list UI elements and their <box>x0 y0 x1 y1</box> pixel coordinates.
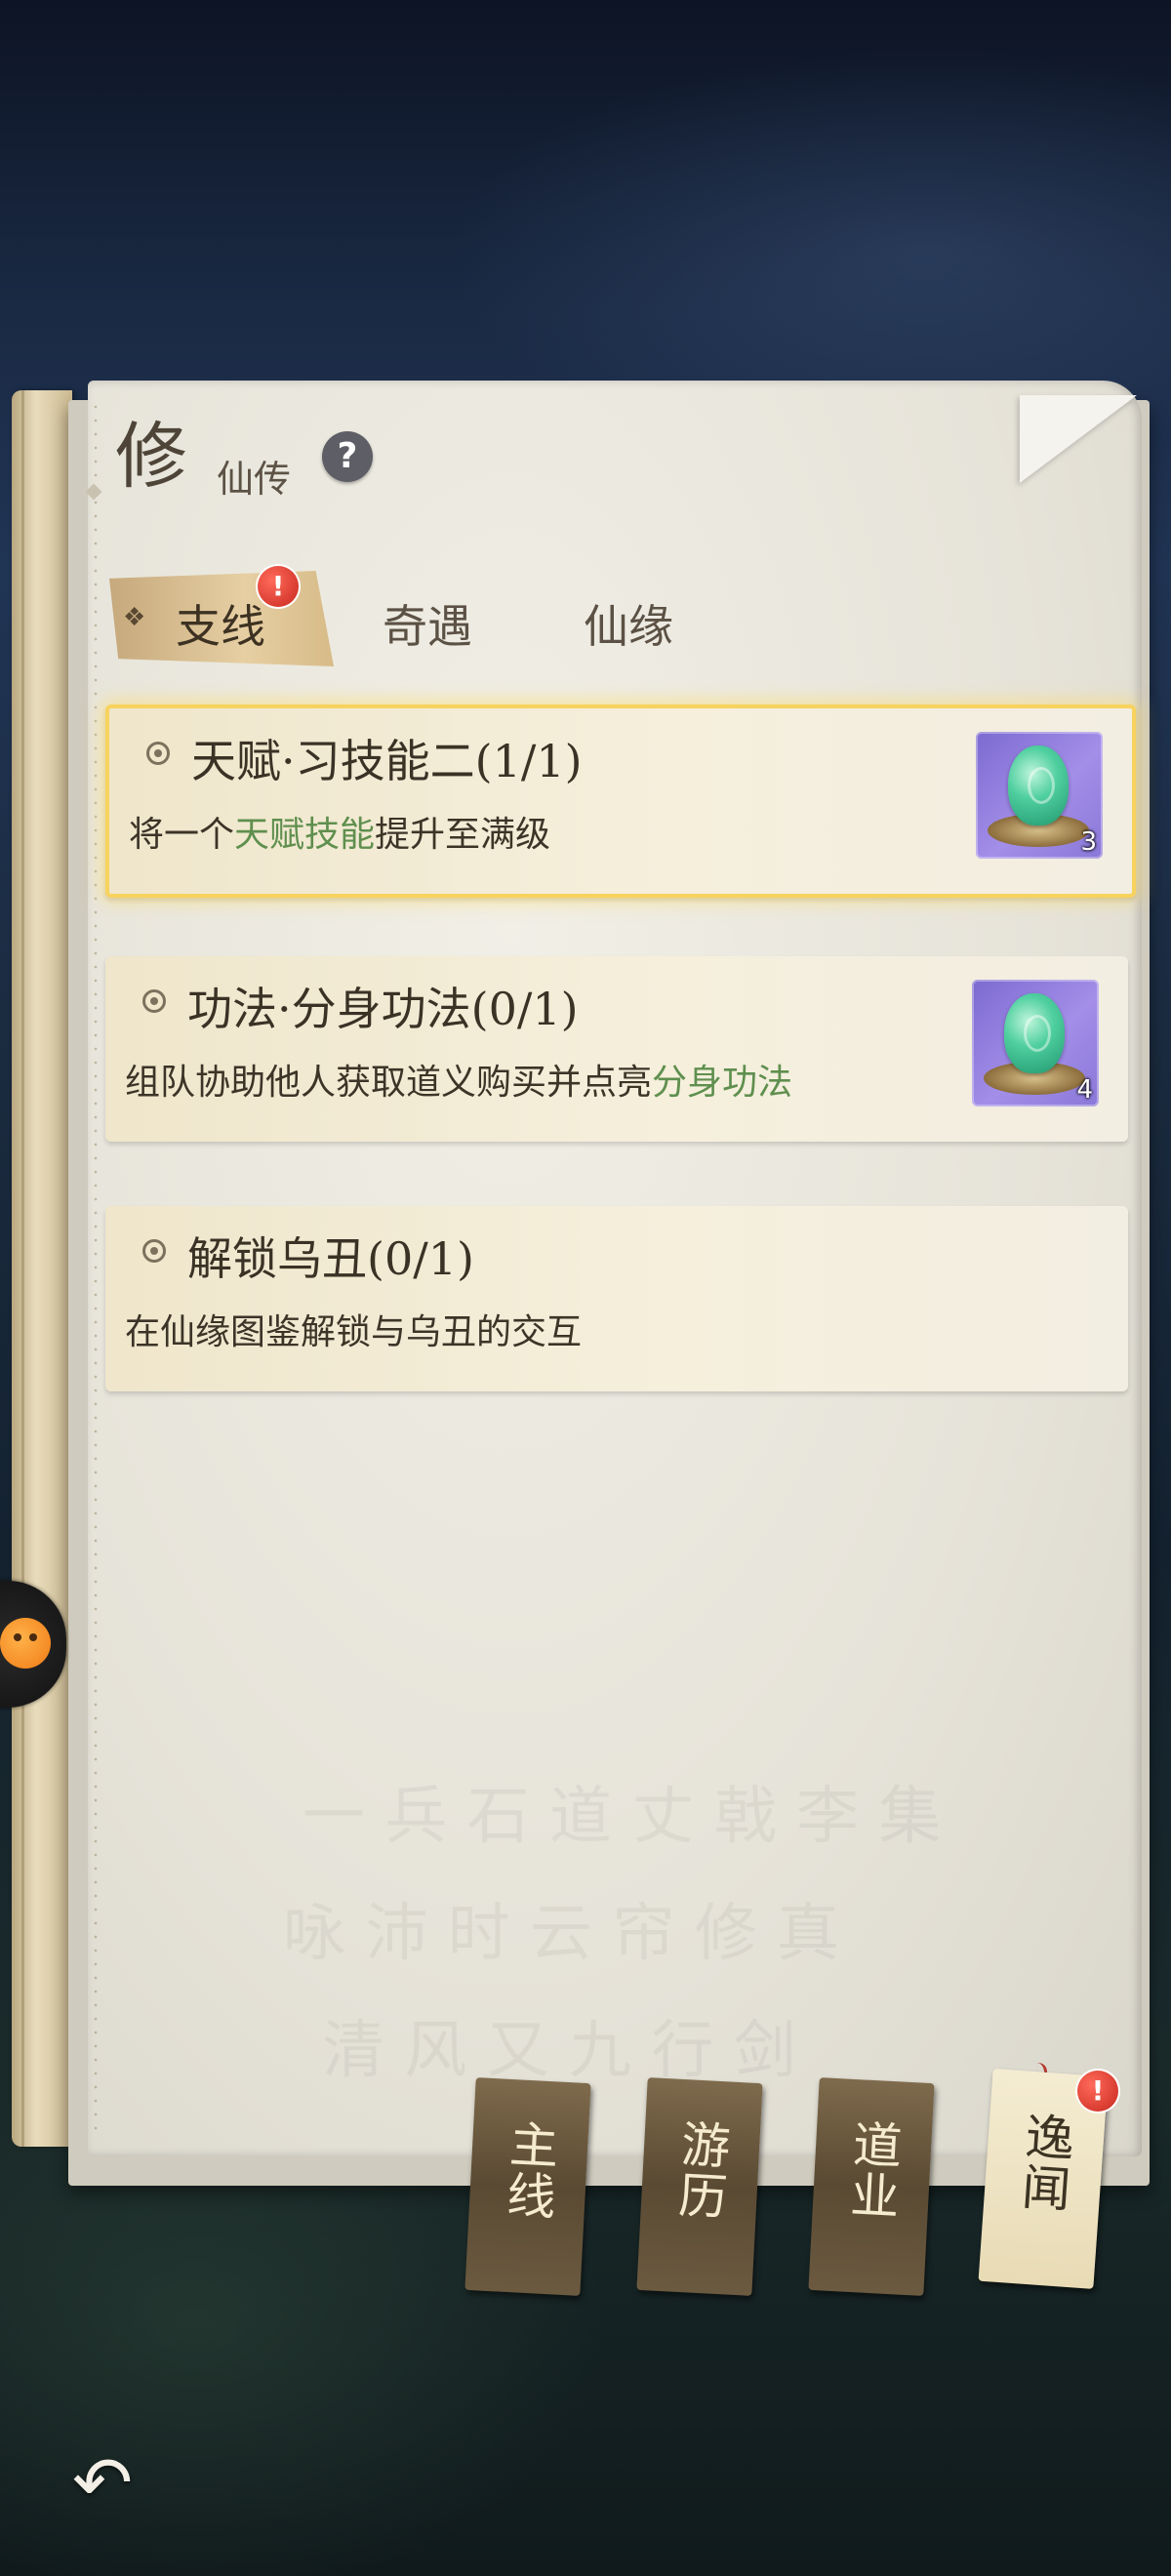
reward-count: 4 <box>1076 1075 1093 1105</box>
bullet-icon <box>142 1239 166 1263</box>
page-corner-fold <box>1020 395 1137 483</box>
page-binding-dots <box>94 400 98 2137</box>
reward-count: 3 <box>1080 827 1097 857</box>
bullet-icon <box>142 989 166 1013</box>
quest-title: 功法·分身功法(0/1) <box>187 983 579 1035</box>
category-anecdotes-label: 逸闻 <box>1012 2110 1076 2215</box>
decorative-calligraphy: 咏 沛 时 云 帘 修 真 <box>283 1898 840 1970</box>
decorative-calligraphy: 清 风 又 九 行 剑 <box>322 2015 796 2087</box>
quest-description: 在仙缘图鉴解锁与乌丑的交互 <box>125 1312 583 1352</box>
tab-notification-badge: ! <box>258 566 299 607</box>
quest-description-highlight: 分身功法 <box>652 1063 793 1103</box>
page-title-big: 修 <box>115 415 187 499</box>
jade-pendant-icon <box>1008 745 1069 825</box>
quest-card[interactable]: 解锁乌丑(0/1) 在仙缘图鉴解锁与乌丑的交互 <box>105 1206 1128 1391</box>
tab-fate[interactable]: 仙缘 <box>584 591 673 656</box>
mascot-icon <box>0 1618 51 1669</box>
quest-card[interactable]: 功法·分身功法(0/1) 组队协助他人获取道义购买并点亮分身功法 4 <box>105 956 1128 1142</box>
book-spine <box>12 390 72 2147</box>
tab-encounters[interactable]: 奇遇 <box>383 591 472 656</box>
quest-description-highlight: 天赋技能 <box>234 815 376 855</box>
quest-title: 天赋·习技能二(1/1) <box>191 735 583 787</box>
category-notification-badge: ! <box>1077 2071 1118 2112</box>
back-arrow-icon[interactable]: ↶ <box>59 2439 146 2527</box>
help-icon[interactable]: ? <box>322 431 373 482</box>
quest-title: 解锁乌丑(0/1) <box>187 1232 474 1285</box>
category-main-story-label: 主线 <box>498 2117 560 2223</box>
category-dao-work-label: 道业 <box>841 2117 904 2223</box>
bullet-icon <box>146 742 170 765</box>
category-dao-work[interactable]: 道业 <box>808 2077 935 2296</box>
quest-card[interactable]: 天赋·习技能二(1/1) 将一个天赋技能提升至满级 3 <box>105 704 1136 898</box>
category-travels[interactable]: 游历 <box>636 2077 763 2296</box>
category-main-story[interactable]: 主线 <box>464 2077 591 2296</box>
decorative-calligraphy: 一 兵 石 道 丈 戟 李 集 <box>303 1781 942 1853</box>
quest-description: 组队协助他人获取道义购买并点亮分身功法 <box>125 1063 793 1103</box>
category-travels-label: 游历 <box>669 2117 732 2223</box>
jade-pendant-icon <box>1004 993 1065 1073</box>
reward-item[interactable]: 4 <box>972 980 1099 1107</box>
quest-description: 将一个天赋技能提升至满级 <box>129 815 551 855</box>
page-title-small: 仙传 <box>217 458 292 501</box>
diamond-ornament-icon: ❖ <box>123 603 146 632</box>
tab-side-quests-label: 支线 <box>176 600 265 653</box>
reward-item[interactable]: 3 <box>976 732 1103 859</box>
